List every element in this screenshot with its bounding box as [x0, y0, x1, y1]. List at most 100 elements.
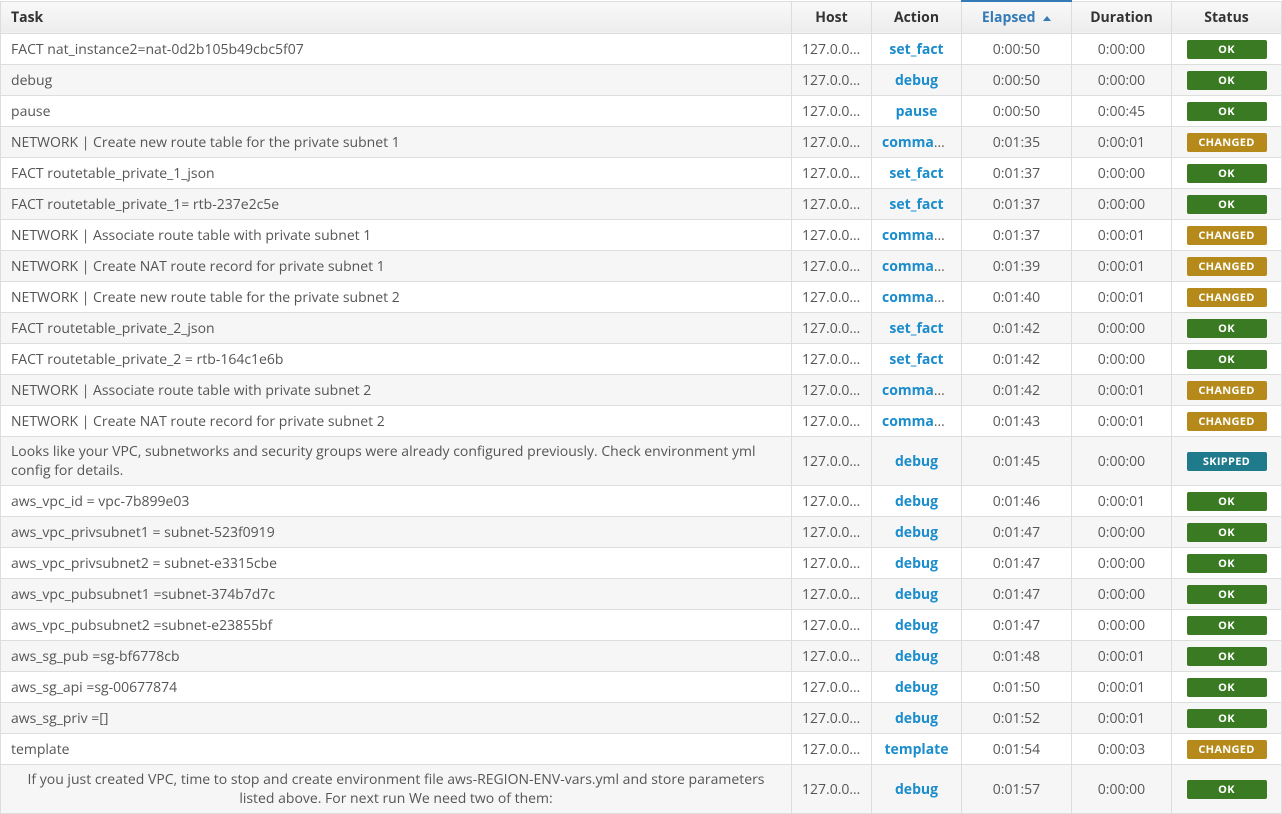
action-link[interactable]: set_fact	[889, 40, 943, 59]
elapsed-cell: 0:01:43	[962, 406, 1072, 437]
action-cell: debug	[872, 437, 962, 486]
action-cell: debug	[872, 517, 962, 548]
action-link[interactable]: command	[882, 226, 952, 245]
col-task[interactable]: Task	[1, 1, 792, 34]
status-badge: OK	[1187, 71, 1267, 90]
duration-cell: 0:00:00	[1072, 313, 1172, 344]
status-cell: CHANGED	[1172, 127, 1282, 158]
task-cell: FACT nat_instance2=nat-0d2b105b49cbc5f07	[1, 34, 792, 65]
elapsed-cell: 0:01:47	[962, 517, 1072, 548]
table-row[interactable]: FACT routetable_private_2_json127.0.0.1s…	[1, 313, 1282, 344]
table-row[interactable]: pause127.0.0.1pause0:00:500:00:45OK	[1, 96, 1282, 127]
host-cell: 127.0.0.1	[792, 375, 872, 406]
table-row[interactable]: If you just created VPC, time to stop an…	[1, 765, 1282, 814]
status-cell: CHANGED	[1172, 406, 1282, 437]
table-row[interactable]: NETWORK | Create new route table for the…	[1, 282, 1282, 313]
host-cell: 127.0.0.1	[792, 437, 872, 486]
task-cell: aws_sg_priv =[]	[1, 703, 792, 734]
elapsed-cell: 0:00:50	[962, 34, 1072, 65]
host-cell: 127.0.0.1	[792, 486, 872, 517]
status-badge: OK	[1187, 585, 1267, 604]
host-cell: 127.0.0.1	[792, 34, 872, 65]
status-badge: OK	[1187, 780, 1267, 799]
action-link[interactable]: debug	[895, 678, 938, 697]
duration-cell: 0:00:01	[1072, 486, 1172, 517]
table-row[interactable]: aws_vpc_privsubnet2 = subnet-e3315cbe127…	[1, 548, 1282, 579]
table-row[interactable]: aws_vpc_pubsubnet2 =subnet-e23855bf127.0…	[1, 610, 1282, 641]
col-elapsed[interactable]: Elapsed	[962, 1, 1072, 34]
action-link[interactable]: command	[882, 381, 952, 400]
action-link[interactable]: debug	[895, 780, 938, 799]
table-row[interactable]: NETWORK | Associate route table with pri…	[1, 375, 1282, 406]
task-cell: FACT routetable_private_1= rtb-237e2c5e	[1, 189, 792, 220]
host-cell: 127.0.0.1	[792, 703, 872, 734]
duration-cell: 0:00:00	[1072, 437, 1172, 486]
action-link[interactable]: set_fact	[889, 195, 943, 214]
duration-cell: 0:00:03	[1072, 734, 1172, 765]
action-link[interactable]: debug	[895, 523, 938, 542]
action-link[interactable]: command	[882, 412, 952, 431]
sort-ascending-icon	[1043, 16, 1051, 21]
host-cell: 127.0.0.1	[792, 641, 872, 672]
table-row[interactable]: aws_sg_pub =sg-bf6778cb127.0.0.1debug0:0…	[1, 641, 1282, 672]
action-cell: command	[872, 127, 962, 158]
elapsed-cell: 0:00:50	[962, 65, 1072, 96]
status-cell: OK	[1172, 672, 1282, 703]
action-link[interactable]: set_fact	[889, 164, 943, 183]
elapsed-cell: 0:01:52	[962, 703, 1072, 734]
action-link[interactable]: debug	[895, 554, 938, 573]
status-badge: OK	[1187, 40, 1267, 59]
action-link[interactable]: debug	[895, 492, 938, 511]
table-row[interactable]: FACT routetable_private_1_json127.0.0.1s…	[1, 158, 1282, 189]
action-cell: set_fact	[872, 158, 962, 189]
task-cell: pause	[1, 96, 792, 127]
table-row[interactable]: NETWORK | Associate route table with pri…	[1, 220, 1282, 251]
action-link[interactable]: debug	[895, 585, 938, 604]
table-row[interactable]: aws_sg_api =sg-00677874127.0.0.1debug0:0…	[1, 672, 1282, 703]
duration-cell: 0:00:00	[1072, 344, 1172, 375]
duration-cell: 0:00:00	[1072, 548, 1172, 579]
action-link[interactable]: set_fact	[889, 350, 943, 369]
host-cell: 127.0.0.1	[792, 579, 872, 610]
action-cell: debug	[872, 65, 962, 96]
table-row[interactable]: debug127.0.0.1debug0:00:500:00:00OK	[1, 65, 1282, 96]
action-link[interactable]: set_fact	[889, 319, 943, 338]
task-cell: FACT routetable_private_2 = rtb-164c1e6b	[1, 344, 792, 375]
action-link[interactable]: command	[882, 288, 952, 307]
table-row[interactable]: aws_vpc_privsubnet1 = subnet-523f0919127…	[1, 517, 1282, 548]
table-row[interactable]: NETWORK | Create new route table for the…	[1, 127, 1282, 158]
status-badge: OK	[1187, 616, 1267, 635]
col-duration[interactable]: Duration	[1072, 1, 1172, 34]
status-cell: OK	[1172, 96, 1282, 127]
table-row[interactable]: FACT routetable_private_2 = rtb-164c1e6b…	[1, 344, 1282, 375]
action-link[interactable]: command	[882, 133, 952, 152]
status-badge: CHANGED	[1187, 133, 1267, 152]
action-link[interactable]: debug	[895, 616, 938, 635]
table-row[interactable]: aws_vpc_id = vpc-7b899e03127.0.0.1debug0…	[1, 486, 1282, 517]
action-link[interactable]: debug	[895, 709, 938, 728]
table-row[interactable]: template127.0.0.1template0:01:540:00:03C…	[1, 734, 1282, 765]
action-link[interactable]: command	[882, 257, 952, 276]
action-link[interactable]: debug	[895, 452, 938, 471]
table-row[interactable]: FACT routetable_private_1= rtb-237e2c5e1…	[1, 189, 1282, 220]
table-row[interactable]: aws_sg_priv =[]127.0.0.1debug0:01:520:00…	[1, 703, 1282, 734]
status-badge: OK	[1187, 554, 1267, 573]
table-row[interactable]: NETWORK | Create NAT route record for pr…	[1, 406, 1282, 437]
task-cell: aws_vpc_privsubnet2 = subnet-e3315cbe	[1, 548, 792, 579]
table-row[interactable]: NETWORK | Create NAT route record for pr…	[1, 251, 1282, 282]
status-cell: OK	[1172, 579, 1282, 610]
table-row[interactable]: aws_vpc_pubsubnet1 =subnet-374b7d7c127.0…	[1, 579, 1282, 610]
action-link[interactable]: debug	[895, 71, 938, 90]
status-badge: CHANGED	[1187, 257, 1267, 276]
status-badge: OK	[1187, 195, 1267, 214]
action-link[interactable]: template	[884, 740, 948, 759]
col-status[interactable]: Status	[1172, 1, 1282, 34]
table-row[interactable]: FACT nat_instance2=nat-0d2b105b49cbc5f07…	[1, 34, 1282, 65]
col-host[interactable]: Host	[792, 1, 872, 34]
col-action[interactable]: Action	[872, 1, 962, 34]
action-cell: pause	[872, 96, 962, 127]
action-link[interactable]: debug	[895, 647, 938, 666]
table-row[interactable]: Looks like your VPC, subnetworks and sec…	[1, 437, 1282, 486]
host-cell: 127.0.0.1	[792, 251, 872, 282]
action-link[interactable]: pause	[896, 102, 938, 121]
